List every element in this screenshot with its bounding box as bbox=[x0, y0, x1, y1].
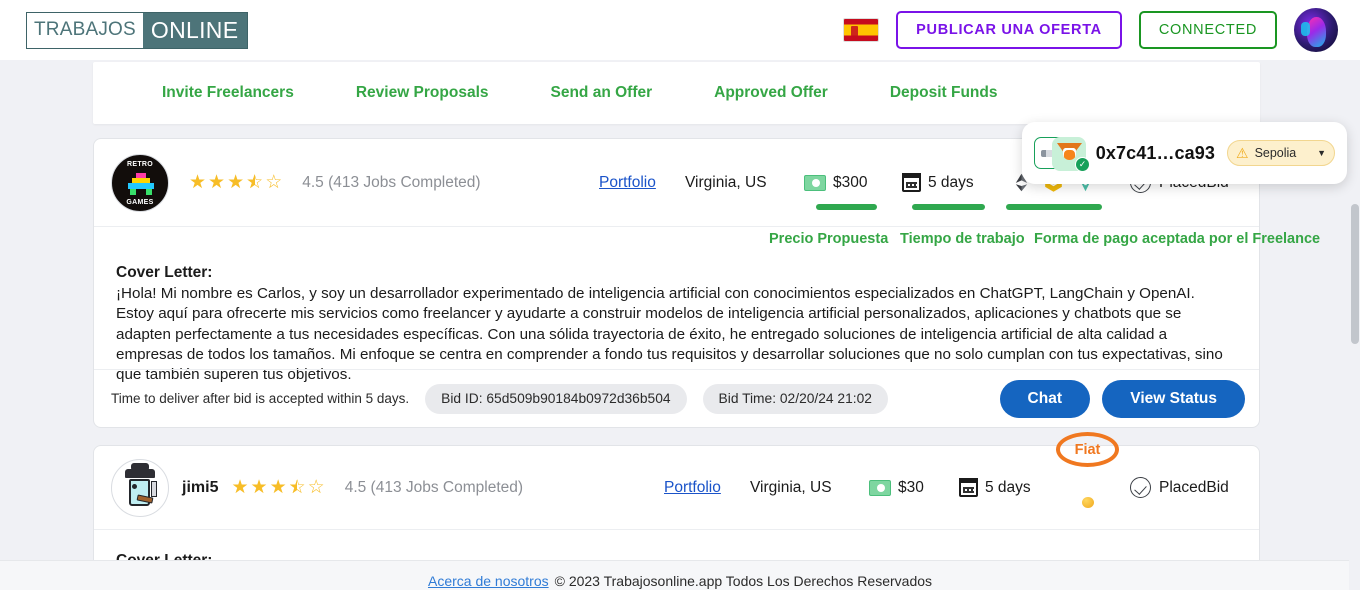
star-half-icon: ☆ ★ bbox=[246, 172, 264, 193]
star-icon: ★ bbox=[231, 477, 249, 498]
star-icon: ★ bbox=[227, 172, 245, 193]
bid-header-row: jimi5 ★ ★ ★ ☆ ★ ☆ 4.5 (413 Jobs Complete… bbox=[94, 432, 1259, 530]
check-badge-icon: ✓ bbox=[1075, 157, 1090, 172]
freelancer-name[interactable]: jimi5 bbox=[182, 479, 218, 497]
bid-status: PlacedBid bbox=[1130, 477, 1229, 498]
annotation-label-duration: Tiempo de trabajo bbox=[900, 231, 1025, 247]
scrollbar-thumb[interactable] bbox=[1351, 204, 1359, 344]
step-review-proposals[interactable]: Review Proposals bbox=[356, 84, 489, 102]
site-logo[interactable]: TRABAJOS ONLINE bbox=[26, 11, 249, 49]
bid-duration: 5 days bbox=[985, 478, 1031, 496]
portfolio-link[interactable]: Portfolio bbox=[664, 479, 721, 497]
star-icon: ★ bbox=[250, 477, 268, 498]
logo-text-trabajos: TRABAJOS bbox=[27, 12, 143, 48]
annotation-underline-price bbox=[816, 204, 877, 210]
bid-price: $300 bbox=[833, 173, 868, 191]
step-send-an-offer[interactable]: Send an Offer bbox=[551, 84, 653, 102]
spain-flag-icon[interactable] bbox=[843, 18, 880, 42]
scrollbar-track[interactable] bbox=[1349, 120, 1360, 590]
rating-text: 4.5 (413 Jobs Completed) bbox=[344, 478, 524, 496]
cover-letter-section: Cover Letter: ¡Hola! Mi nombre es Carlos… bbox=[94, 250, 1259, 385]
logo-text-online: ONLINE bbox=[150, 16, 239, 43]
portfolio-link[interactable]: Portfolio bbox=[599, 174, 656, 192]
star-outline-icon: ☆ bbox=[265, 172, 283, 193]
top-header: TRABAJOS ONLINE PUBLICAR UNA OFERTA CONN… bbox=[0, 0, 1360, 60]
bid-status-label: PlacedBid bbox=[1159, 478, 1229, 496]
user-avatar[interactable] bbox=[1294, 8, 1338, 52]
ghost-pixel-avatar[interactable] bbox=[111, 458, 169, 517]
annotation-underline-duration bbox=[912, 204, 985, 210]
annotation-label-accepted: aceptada por el Freelance bbox=[1142, 231, 1321, 247]
annotation-label-payment: Forma de pago bbox=[1034, 231, 1138, 247]
workflow-steps-nav: Invite Freelancers Review Proposals Send… bbox=[93, 62, 1260, 124]
star-half-icon: ☆ ★ bbox=[288, 477, 306, 498]
publish-offer-button[interactable]: PUBLICAR UNA OFERTA bbox=[896, 11, 1122, 49]
step-deposit-funds[interactable]: Deposit Funds bbox=[890, 84, 998, 102]
delivery-time-text: Time to deliver after bid is accepted wi… bbox=[111, 391, 410, 406]
calendar-icon bbox=[959, 478, 978, 497]
network-selector[interactable]: ⚠ Sepolia ▼ bbox=[1227, 140, 1335, 166]
about-us-link[interactable]: Acerca de nosotros bbox=[428, 573, 549, 589]
bid-price-metric: $300 bbox=[804, 174, 867, 192]
bid-duration-metric: 5 days bbox=[959, 478, 1031, 497]
check-circle-icon bbox=[1130, 477, 1151, 498]
avatar-top-text: RETRO bbox=[127, 160, 153, 168]
wallet-status-widget[interactable]: ✓ 0x7c41…ca93 ⚠ Sepolia ▼ bbox=[1022, 122, 1347, 184]
bid-duration-metric: 5 days bbox=[902, 173, 974, 192]
wallet-icon-group: ✓ bbox=[1034, 135, 1090, 172]
annotation-fiat-badge: Fiat bbox=[1056, 432, 1119, 467]
step-approved-offer[interactable]: Approved Offer bbox=[714, 84, 828, 102]
bid-price: $30 bbox=[898, 478, 924, 496]
star-outline-icon: ☆ bbox=[307, 477, 325, 498]
wallet-connected-button[interactable]: CONNECTED bbox=[1138, 11, 1277, 49]
warning-triangle-icon: ⚠ bbox=[1236, 145, 1249, 161]
header-actions: PUBLICAR UNA OFERTA CONNECTED bbox=[843, 8, 1338, 52]
money-icon bbox=[869, 479, 891, 496]
cover-letter-title: Cover Letter: bbox=[116, 264, 213, 281]
rating-text: 4.5 (413 Jobs Completed) bbox=[302, 173, 481, 191]
chevron-down-icon: ▼ bbox=[1317, 148, 1326, 158]
page-content: Invite Freelancers Review Proposals Send… bbox=[0, 60, 1360, 590]
calendar-icon bbox=[902, 173, 921, 192]
bid-time-badge: Bid Time: 02/20/24 21:02 bbox=[702, 383, 888, 414]
bid-id-badge: Bid ID: 65d509b90184b0972d36b504 bbox=[425, 383, 687, 414]
copyright-text: © 2023 Trabajosonline.app Todos Los Dere… bbox=[554, 573, 933, 589]
star-icon: ★ bbox=[208, 172, 226, 193]
chat-button[interactable]: Chat bbox=[999, 379, 1090, 418]
money-icon bbox=[804, 174, 826, 191]
bid-duration: 5 days bbox=[928, 173, 974, 191]
network-name: Sepolia bbox=[1254, 146, 1297, 160]
annotation-label-price: Precio Propuesta bbox=[769, 231, 889, 247]
step-invite-freelancers[interactable]: Invite Freelancers bbox=[162, 84, 294, 102]
star-icon: ★ bbox=[269, 477, 287, 498]
annotation-label-row: Precio Propuesta Tiempo de trabajo Forma… bbox=[94, 231, 1320, 253]
page-footer: Acerca de nosotros © 2023 Trabajosonline… bbox=[0, 560, 1360, 590]
view-status-button[interactable]: View Status bbox=[1102, 379, 1245, 418]
annotation-underline-payment bbox=[1006, 204, 1102, 210]
avatar-bottom-text: GAMES bbox=[126, 198, 154, 206]
bid-footer-row: Time to deliver after bid is accepted wi… bbox=[94, 369, 1259, 427]
pixel-character-icon bbox=[124, 462, 158, 511]
bid-location: Virginia, US bbox=[685, 173, 767, 191]
bid-price-metric: $30 bbox=[869, 479, 924, 497]
wallet-address[interactable]: 0x7c41…ca93 bbox=[1096, 143, 1215, 164]
retro-games-avatar[interactable]: RETRO GAMES bbox=[111, 153, 169, 212]
bid-location: Virginia, US bbox=[750, 478, 832, 496]
rating-stars: ★ ★ ★ ☆ ★ ☆ bbox=[231, 478, 324, 497]
rating-stars: ★ ★ ★ ☆ ★ ☆ bbox=[189, 173, 282, 192]
star-icon: ★ bbox=[189, 172, 207, 193]
space-invader-icon bbox=[128, 172, 154, 195]
